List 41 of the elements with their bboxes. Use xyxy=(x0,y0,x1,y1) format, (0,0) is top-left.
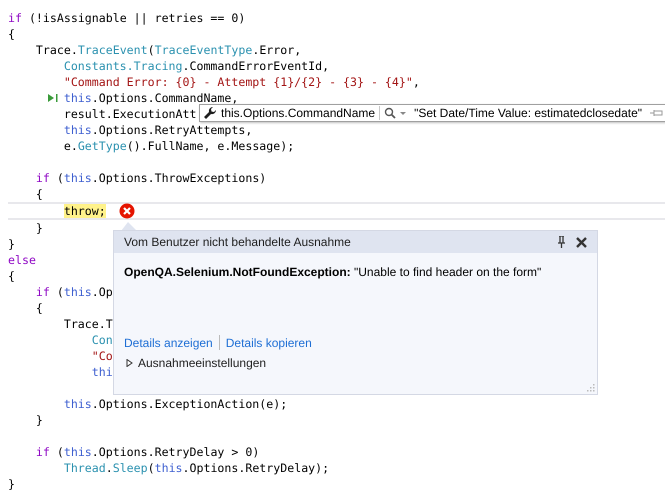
run-arrow-icon[interactable] xyxy=(48,94,58,102)
code-line: Con xyxy=(92,332,113,348)
settings-toggle[interactable]: Ausnahmeeinstellungen xyxy=(138,356,266,370)
code-line: e.GetType().FullName, e.Message); xyxy=(64,138,294,154)
code-line: Trace.TraceEvent(TraceEventType.Error, xyxy=(36,42,302,58)
link[interactable]: Details anzeigen xyxy=(124,336,213,350)
search-icon[interactable] xyxy=(384,107,396,119)
code-line: { xyxy=(8,268,15,284)
code-line: { xyxy=(36,186,43,202)
code-line: } xyxy=(36,220,43,236)
code-line: } xyxy=(8,476,15,492)
code-line: if (this.Options.ThrowExceptions) xyxy=(36,170,266,186)
code-line: thi xyxy=(92,364,113,380)
code-line: Constants.Tracing.CommandErrorEventId, xyxy=(64,58,330,74)
code-line: else xyxy=(8,252,36,268)
code-line: Thread.Sleep(this.Options.RetryDelay); xyxy=(64,460,330,476)
link[interactable]: Details kopieren xyxy=(226,336,312,350)
code-line: "Command Error: {0} - Attempt {1}/{2} - {3} - {4}", xyxy=(64,74,420,90)
code-line: Trace.T xyxy=(64,316,113,332)
code-line: this.Options.ExceptionAction(e); xyxy=(64,396,288,412)
wrench-icon xyxy=(203,106,217,120)
code-line: "Co xyxy=(92,348,113,364)
code-line: result.ExecutionAtt xyxy=(64,106,196,122)
code-line: { xyxy=(8,26,15,42)
code-line: if (!isAssignable || retries == 0) xyxy=(8,10,246,26)
pin-icon[interactable] xyxy=(557,236,566,248)
code-line: } xyxy=(8,236,15,252)
code-line: } xyxy=(36,412,43,428)
code-line: this.Options.CommandName, xyxy=(64,90,238,106)
code-line: this.Options.RetryAttempts, xyxy=(64,122,252,138)
caret-icon[interactable] xyxy=(400,112,406,114)
exception-message: OpenQA.Selenium.NotFoundException: "Unable to find header on the form" xyxy=(123,264,542,281)
popup-title: Vom Benutzer nicht behandelte Ausnahme xyxy=(124,235,351,249)
expander-icon[interactable] xyxy=(126,359,134,367)
code-line: if (this.Options.RetryDelay > 0) xyxy=(36,444,260,460)
code-line: { xyxy=(36,300,43,316)
expression-text: this.Options.CommandName xyxy=(221,106,376,120)
value-text: "Set Date/Time Value: estimatedclosedate" xyxy=(414,106,642,120)
close-icon[interactable] xyxy=(576,236,587,248)
resize-grip-icon[interactable] xyxy=(585,384,595,392)
code-line: if (this.Op xyxy=(36,284,113,300)
